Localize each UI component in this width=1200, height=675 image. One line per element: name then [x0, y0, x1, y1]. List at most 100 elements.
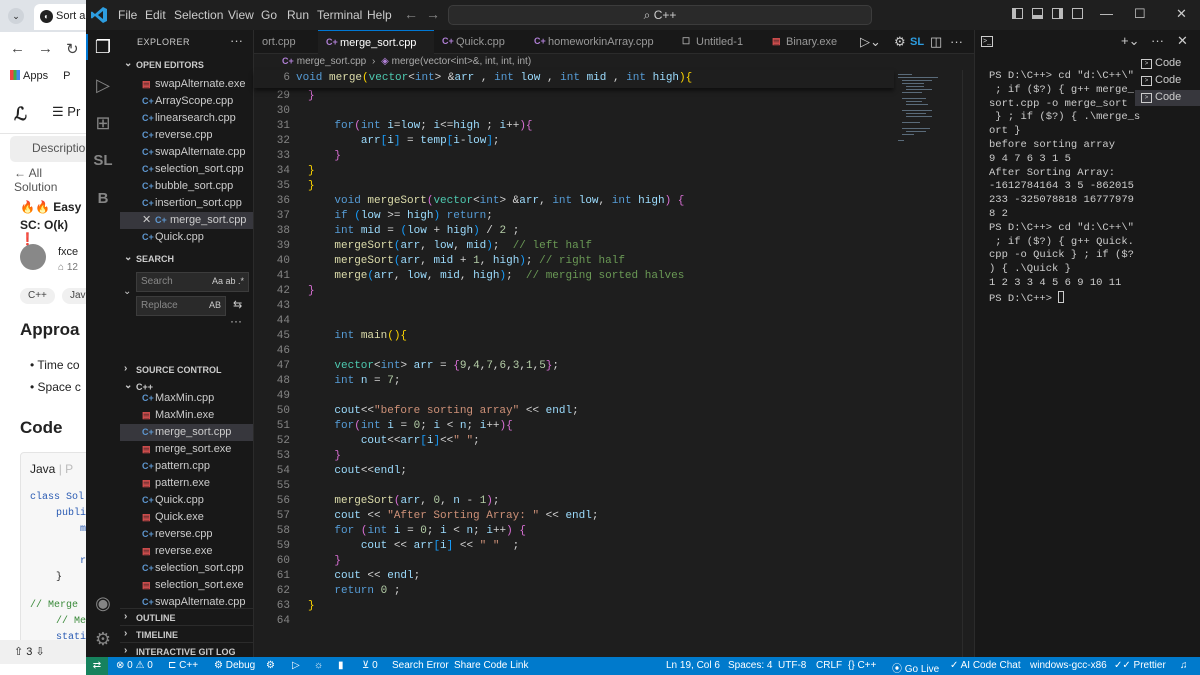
problems-indicator[interactable]: ⊗ 0 ⚠ 0: [116, 660, 153, 671]
file-item[interactable]: C+ linearsearch.cpp: [120, 110, 253, 127]
nav-forward-icon[interactable]: →: [426, 6, 440, 22]
tab-quick-cpp[interactable]: C+ Quick.cpp: [434, 30, 526, 54]
vote-bar[interactable]: ⇧ 3 ⇩: [0, 640, 86, 664]
close-panel-icon[interactable]: ✕: [1177, 33, 1188, 49]
terminal-instance[interactable]: > Code: [1135, 90, 1200, 106]
file-item[interactable]: C+ swapAlternate.cpp: [120, 144, 253, 161]
terminal-instance[interactable]: > Code: [1135, 56, 1200, 72]
tab-merge-sort-cpp[interactable]: C+ merge_sort.cpp: [318, 30, 434, 54]
breadcrumb-symbol[interactable]: merge(vector<int>&, int, int, int): [392, 56, 532, 67]
back-icon[interactable]: ←: [10, 40, 25, 57]
explorer-icon[interactable]: ❐: [86, 34, 116, 60]
tag-cpp[interactable]: C++: [20, 288, 55, 304]
description-tab[interactable]: Description: [10, 136, 86, 162]
git-log-header[interactable]: › INTERACTIVE GIT LOG: [120, 642, 253, 657]
file-item[interactable]: C+ bubble_sort.cpp: [120, 178, 253, 195]
file-item[interactable]: ▤ swapAlternate.exe: [120, 76, 253, 93]
file-item[interactable]: C+ merge_sort.cpp: [120, 424, 253, 441]
split-editor-icon[interactable]: ◫: [930, 34, 942, 50]
leetcode-logo-icon[interactable]: ℒ: [14, 104, 27, 125]
file-item[interactable]: C+ reverse.cpp: [120, 127, 253, 144]
prettier-button[interactable]: ✓✓ Prettier: [1114, 660, 1166, 671]
menu-view[interactable]: View: [228, 8, 254, 22]
b-extension-icon[interactable]: B: [90, 186, 116, 212]
command-center[interactable]: ⌕ C++: [448, 5, 872, 25]
reload-icon[interactable]: ↻: [66, 40, 79, 58]
cursor-position[interactable]: Ln 19, Col 6: [666, 660, 720, 671]
toggle-panel-icon[interactable]: [1032, 8, 1043, 19]
build-gear-icon[interactable]: ⚙: [266, 660, 275, 671]
extensions-icon[interactable]: ⊞: [90, 110, 116, 136]
menu-selection[interactable]: Selection: [174, 8, 223, 22]
compiler-config[interactable]: windows-gcc-x86: [1030, 660, 1107, 671]
search-error-link[interactable]: Search Error: [392, 660, 449, 671]
account-icon[interactable]: ◉: [90, 590, 116, 616]
search-options[interactable]: Aa ab .*: [212, 276, 244, 286]
file-item[interactable]: ▤ MaxMin.exe: [120, 407, 253, 424]
code-tab-java[interactable]: Java | P: [30, 462, 73, 476]
file-item[interactable]: ▤ pattern.exe: [120, 475, 253, 492]
breadcrumb-file[interactable]: merge_sort.cpp: [297, 56, 366, 67]
menu-edit[interactable]: Edit: [145, 8, 166, 22]
tab-search-chevron-icon[interactable]: ⌄: [8, 8, 24, 24]
file-item[interactable]: C+ reverse.cpp: [120, 526, 253, 543]
new-terminal-icon[interactable]: +⌄: [1121, 33, 1139, 49]
search-more-icon[interactable]: ···: [230, 314, 242, 328]
replace-all-icon[interactable]: ⇆: [233, 298, 242, 311]
bookmark-apps[interactable]: Apps: [23, 70, 48, 82]
file-item[interactable]: ▤ Quick.exe: [120, 509, 253, 526]
file-item[interactable]: C+ insertion_sort.cpp: [120, 195, 253, 212]
sl-extension-icon[interactable]: SL: [90, 148, 116, 174]
menu-terminal[interactable]: Terminal: [317, 8, 362, 22]
minimize-icon[interactable]: —: [1100, 6, 1113, 21]
search-input[interactable]: Search Aa ab .*: [136, 272, 249, 292]
problem-list-link[interactable]: ☰ Pr: [52, 104, 80, 120]
file-item[interactable]: C+ Quick.cpp: [120, 492, 253, 509]
end-of-line[interactable]: CRLF: [816, 660, 842, 671]
trash-icon[interactable]: ▮: [338, 660, 344, 671]
file-item[interactable]: ▤ merge_sort.exe: [120, 441, 253, 458]
file-item[interactable]: C+ MaxMin.cpp: [120, 390, 253, 407]
file-item[interactable]: C+ ArrayScope.cpp: [120, 93, 253, 110]
debug-button[interactable]: ⚙ Debug: [214, 660, 255, 671]
tag-java[interactable]: Jav: [62, 288, 86, 304]
file-item[interactable]: C+ selection_sort.cpp: [120, 161, 253, 178]
language-mode[interactable]: {} C++: [848, 660, 876, 671]
author-avatar[interactable]: [20, 244, 46, 270]
terminal-instance[interactable]: > Code: [1135, 73, 1200, 89]
editor-scrollbar[interactable]: [962, 70, 974, 657]
tab-binary-exe[interactable]: ▤ Binary.exe: [764, 30, 854, 54]
preserve-case-option[interactable]: AB: [209, 300, 221, 310]
file-item[interactable]: C+ Quick.cpp: [120, 229, 253, 246]
terminal-output[interactable]: PS D:\C++> cd "d:\C++\" ; if ($?) { g++ …: [989, 70, 1140, 307]
indentation[interactable]: Spaces: 4: [728, 660, 772, 671]
settings-gear-icon[interactable]: ⚙: [90, 626, 116, 652]
all-solutions-link[interactable]: ← All Solution: [14, 166, 86, 194]
open-editors-header[interactable]: ⌄ OPEN EDITORS: [120, 56, 253, 74]
replace-input[interactable]: Replace AB: [136, 296, 226, 316]
tab-homeworkinarray-cpp[interactable]: C+ homeworkinArray.cpp: [526, 30, 674, 54]
search-header[interactable]: ⌄ SEARCH: [120, 250, 253, 268]
author-name[interactable]: fxce: [58, 246, 78, 258]
outline-header[interactable]: › OUTLINE: [120, 608, 253, 626]
menu-help[interactable]: Help: [367, 8, 392, 22]
close-window-icon[interactable]: ✕: [1176, 6, 1187, 22]
sticky-scroll-header[interactable]: 6 void merge(vector<int> &arr , int low …: [254, 70, 894, 88]
timeline-header[interactable]: › TIMELINE: [120, 625, 253, 643]
bookmark-next[interactable]: P: [63, 70, 70, 82]
editor-more-icon[interactable]: ···: [950, 34, 963, 49]
menu-run[interactable]: Run: [287, 8, 309, 22]
toggle-replace-chevron-icon[interactable]: ⌄: [123, 286, 131, 297]
remote-indicator-icon[interactable]: ⇄: [86, 657, 108, 675]
toggle-secondary-sidebar-icon[interactable]: [1052, 8, 1063, 19]
tab-ort-cpp[interactable]: ort.cpp: [240, 30, 318, 54]
notifications-bell-icon[interactable]: ♫: [1180, 660, 1188, 671]
customize-layout-icon[interactable]: [1072, 8, 1083, 19]
settings-gear-icon[interactable]: ⚙: [894, 34, 906, 50]
file-item[interactable]: C+ ✕ merge_sort.cpp: [120, 212, 253, 229]
terminal-more-icon[interactable]: ···: [1151, 33, 1164, 48]
file-item[interactable]: ▤ reverse.exe: [120, 543, 253, 560]
menu-go[interactable]: Go: [261, 8, 277, 22]
ports-indicator[interactable]: ⊻ 0: [362, 660, 378, 671]
code-editor[interactable]: 29 30 31 32 33 34 35 36 37 38 39 40 41 42 43 44 45 46 47 48…: [254, 70, 894, 657]
